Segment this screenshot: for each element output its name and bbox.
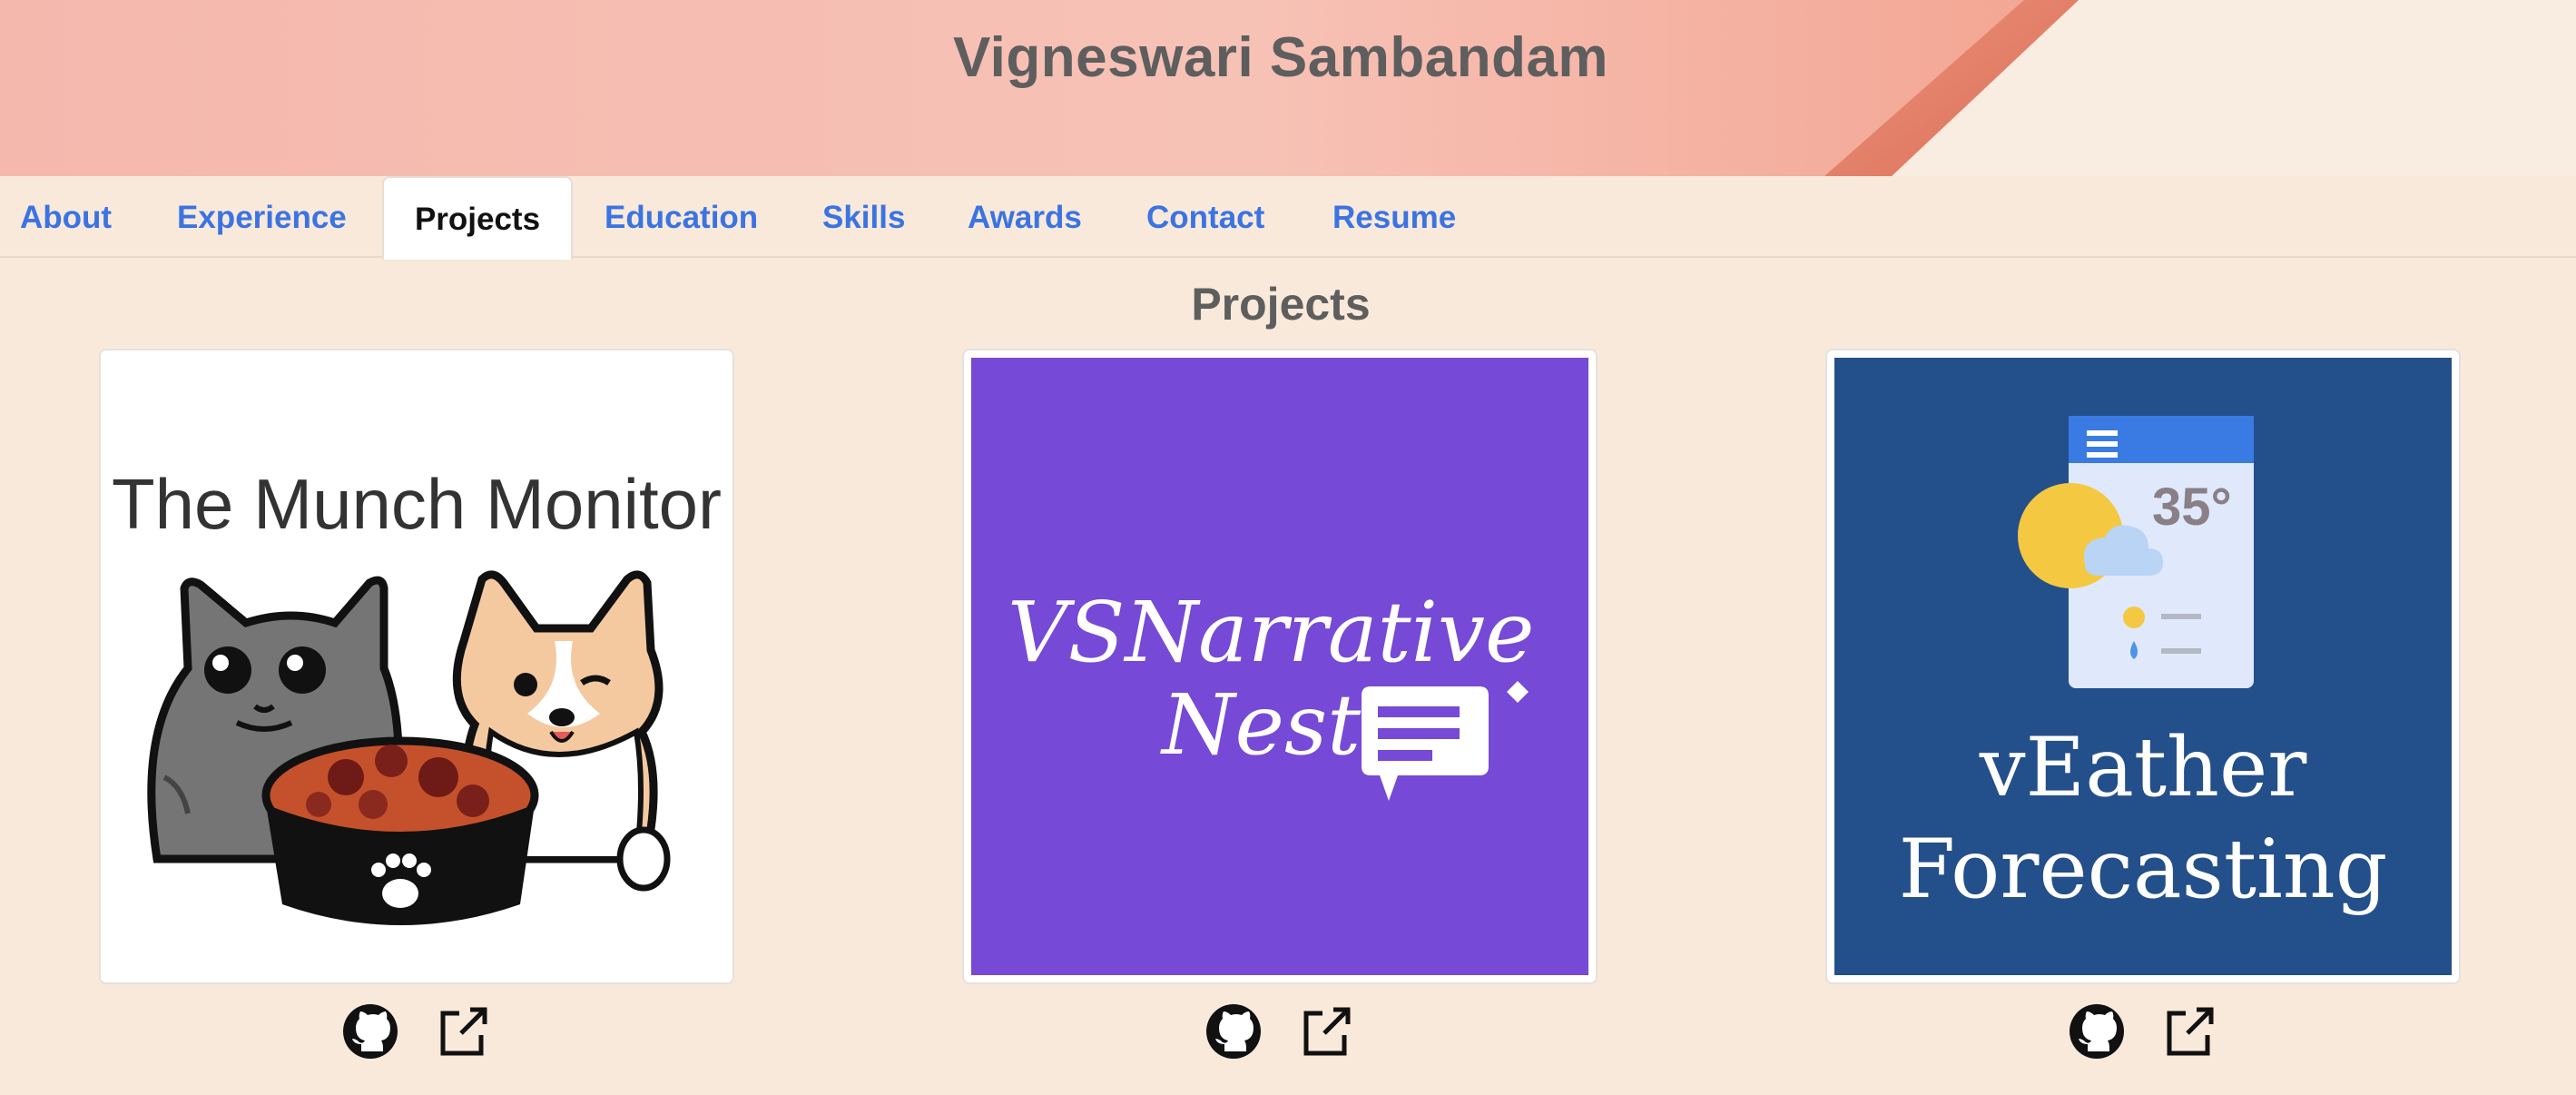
external-link-icon[interactable] [1297,1002,1355,1060]
site-title: Vigneswari Sambandam [952,26,1609,89]
veather-temperature: 35° [2152,478,2232,537]
tab-bar: About Experience Projects Education Skil… [0,176,2576,260]
food-bowl-illustration [261,736,539,925]
project-actions-vsnarrative-nest [962,995,1598,1068]
project-card-veather-forecasting[interactable]: 35° vEather Forecasting [1825,349,2461,984]
external-link-icon[interactable] [2160,1002,2218,1060]
section-heading: Projects [1191,279,1371,330]
munch-monitor-logo: The Munch Monitor [101,350,732,982]
github-icon[interactable] [341,1002,399,1060]
tab-skills[interactable]: Skills [822,176,905,258]
external-link-icon[interactable] [434,1002,492,1060]
project-card-munch-monitor[interactable]: The Munch Monitor [99,349,734,984]
vsnarrative-logo-text-line2: Nest [1160,676,1362,774]
project-actions-munch-monitor [99,995,734,1068]
veather-forecasting-logo: 35° vEather Forecasting [1834,358,2452,975]
github-icon[interactable] [2068,1002,2126,1060]
tab-resume[interactable]: Resume [1332,176,1456,258]
veather-logo-text-line2: Forecasting [1899,822,2388,917]
veather-logo-text-line1: vEather [1979,720,2308,815]
project-card-vsnarrative-nest[interactable]: VSNarrative Nest [962,349,1598,984]
tab-experience[interactable]: Experience [177,176,347,258]
tab-contact[interactable]: Contact [1146,176,1264,258]
tab-awards[interactable]: Awards [968,176,1082,258]
tab-education[interactable]: Education [605,176,758,258]
vsnarrative-logo-text-line1: VSNarrative [1008,584,1534,681]
munch-monitor-logo-text: The Munch Monitor [112,464,722,544]
tab-about[interactable]: About [20,176,112,258]
tab-projects[interactable]: Projects [382,176,573,260]
github-icon[interactable] [1204,1002,1263,1060]
vsnarrative-nest-logo: VSNarrative Nest [971,358,1588,975]
project-actions-veather-forecasting [1825,995,2461,1068]
header-banner: Vigneswari Sambandam [0,0,2576,176]
